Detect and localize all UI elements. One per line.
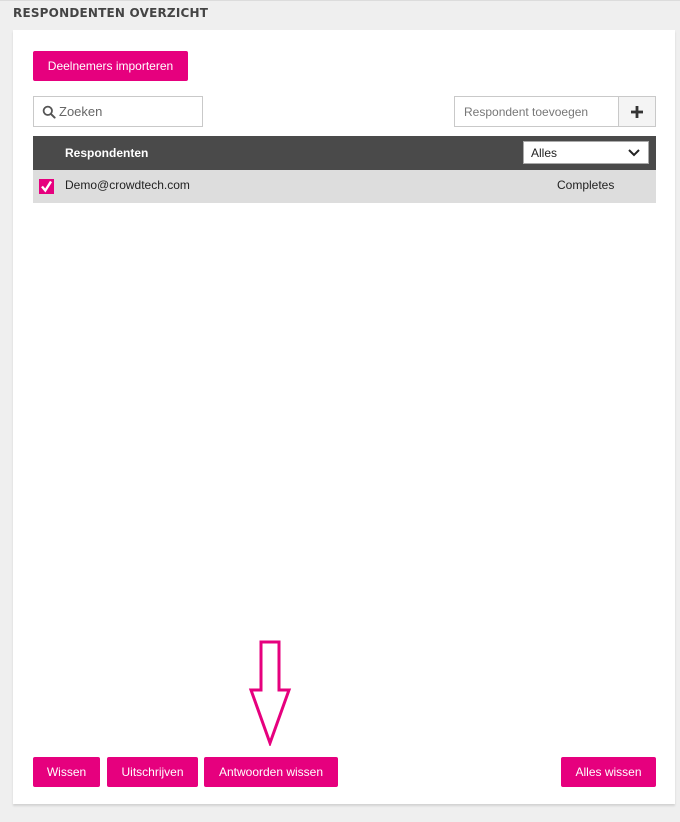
respondents-panel: Deelnemers importeren Respondenten Alles (13, 30, 675, 804)
search-icon (42, 105, 56, 119)
plus-icon (631, 105, 643, 118)
down-arrow-icon (248, 640, 292, 746)
unsubscribe-button[interactable]: Uitschrijven (107, 757, 198, 787)
row-checkbox[interactable] (39, 179, 54, 194)
search-input[interactable] (59, 97, 199, 126)
table-row[interactable]: Demo@crowdtech.com Completes (33, 170, 656, 203)
top-divider (0, 0, 680, 1)
status-filter-value: Alles (531, 146, 558, 160)
clear-answers-button[interactable]: Antwoorden wissen (204, 757, 338, 787)
checkmark-icon (41, 180, 53, 193)
add-respondent-button[interactable] (618, 97, 655, 126)
respondent-status: Completes (557, 178, 615, 192)
column-header-respondents: Respondenten (65, 146, 149, 160)
table-header: Respondenten Alles (33, 136, 656, 170)
chevron-down-icon (628, 149, 640, 157)
search-box (33, 96, 203, 127)
page-title: RESPONDENTEN OVERZICHT (13, 6, 209, 20)
clear-all-button[interactable]: Alles wissen (561, 757, 656, 787)
clear-button[interactable]: Wissen (33, 757, 100, 787)
import-participants-button[interactable]: Deelnemers importeren (33, 51, 188, 81)
add-respondent-input[interactable] (464, 97, 614, 126)
respondent-email: Demo@crowdtech.com (65, 178, 190, 192)
add-respondent-box (454, 96, 656, 127)
status-filter-select[interactable]: Alles (523, 141, 649, 164)
